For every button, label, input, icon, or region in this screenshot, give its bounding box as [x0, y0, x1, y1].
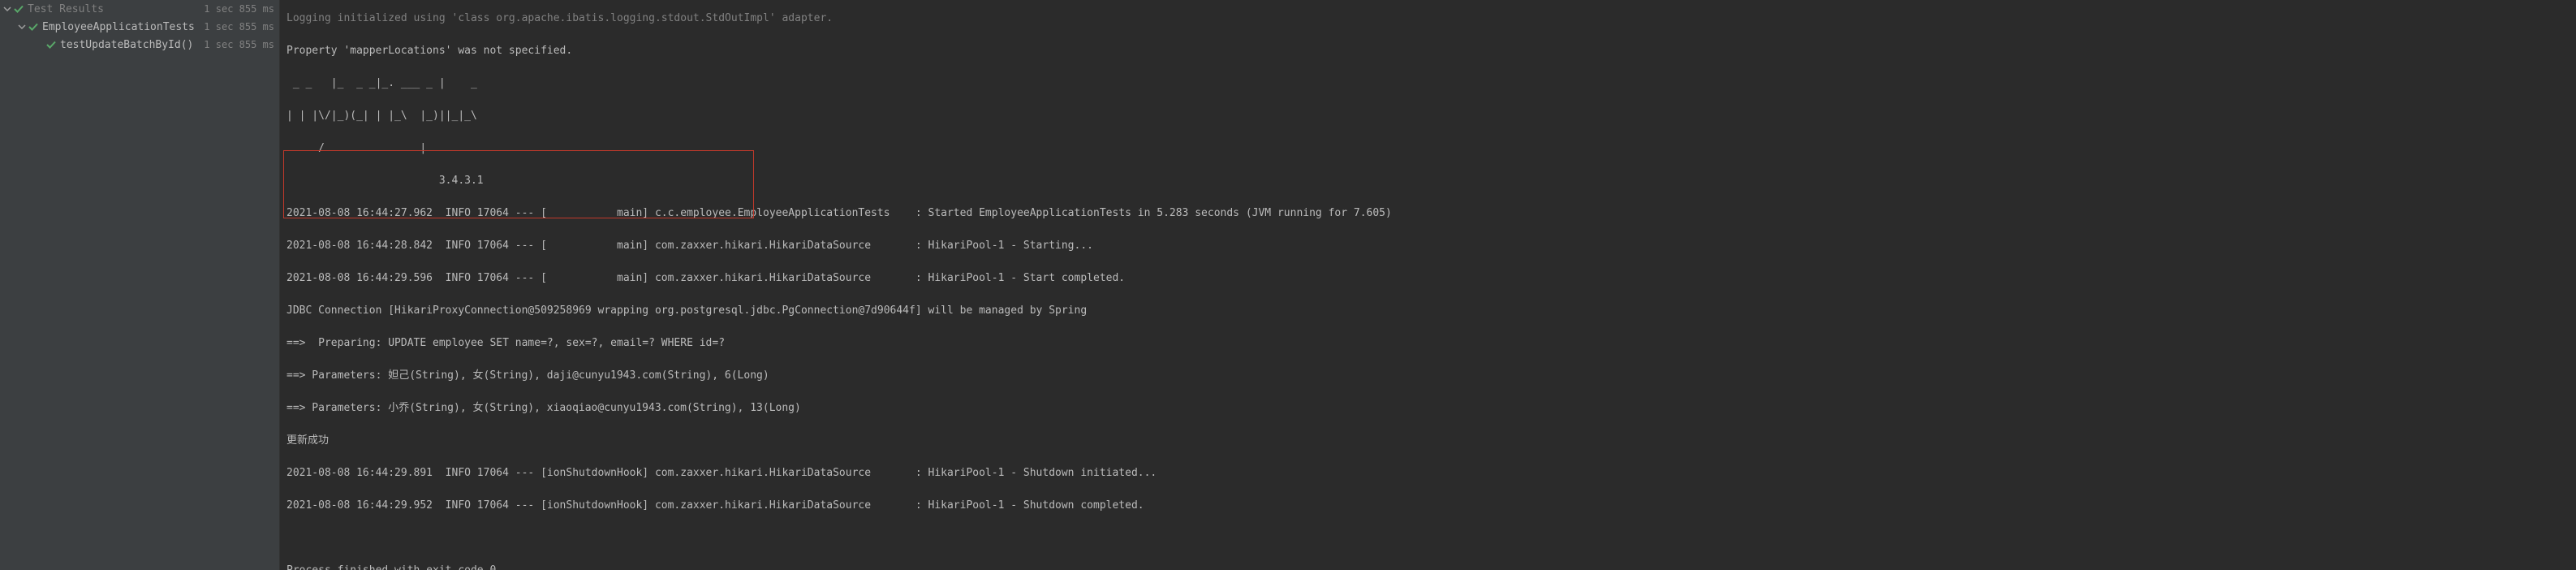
console-line: | | |\/|_)(_| | |_\ |_)||_|_\ — [286, 108, 2570, 124]
console-line — [286, 530, 2570, 546]
check-icon — [13, 3, 24, 15]
tree-root-time: 1 sec 855 ms — [204, 3, 274, 15]
tree-suite-label: EmployeeApplicationTests — [42, 21, 204, 33]
console-line: 2021-08-08 16:44:29.891 INFO 17064 --- [… — [286, 465, 2570, 481]
test-results-panel: Test Results 1 sec 855 ms EmployeeApplic… — [0, 0, 280, 570]
console-line: / | — [286, 140, 2570, 157]
check-icon — [28, 21, 39, 32]
console-line: Logging initialized using 'class org.apa… — [286, 11, 2570, 27]
console-line: 2021-08-08 16:44:27.962 INFO 17064 --- [… — [286, 205, 2570, 222]
console-output[interactable]: Logging initialized using 'class org.apa… — [280, 0, 2576, 570]
check-icon — [45, 39, 57, 50]
chevron-down-icon — [3, 5, 11, 13]
console-line: Property 'mapperLocations' was not speci… — [286, 43, 2570, 59]
console-line: _ _ |_ _ _|_. ___ _ | _ — [286, 76, 2570, 92]
tree-root-row[interactable]: Test Results 1 sec 855 ms — [0, 0, 279, 18]
console-line: Process finished with exit code 0 — [286, 563, 2570, 570]
console-line: 2021-08-08 16:44:28.842 INFO 17064 --- [… — [286, 238, 2570, 254]
console-line: 2021-08-08 16:44:29.596 INFO 17064 --- [… — [286, 270, 2570, 287]
tree-test-row[interactable]: testUpdateBatchById() 1 sec 855 ms — [0, 36, 279, 54]
console-line: ==> Parameters: 小乔(String), 女(String), x… — [286, 400, 2570, 417]
console-line: 2021-08-08 16:44:29.952 INFO 17064 --- [… — [286, 498, 2570, 514]
console-line: ==> Parameters: 妲己(String), 女(String), d… — [286, 368, 2570, 384]
console-line: ==> Preparing: UPDATE employee SET name=… — [286, 335, 2570, 352]
tree-test-time: 1 sec 855 ms — [204, 39, 274, 50]
tree-suite-time: 1 sec 855 ms — [204, 21, 274, 32]
tree-test-label: testUpdateBatchById() — [60, 39, 204, 51]
console-line: 3.4.3.1 — [286, 173, 2570, 189]
console-line: 更新成功 — [286, 433, 2570, 449]
tree-suite-row[interactable]: EmployeeApplicationTests 1 sec 855 ms — [0, 18, 279, 36]
chevron-down-icon — [18, 23, 26, 31]
console-line: JDBC Connection [HikariProxyConnection@5… — [286, 303, 2570, 319]
tree-root-label: Test Results — [28, 3, 204, 15]
